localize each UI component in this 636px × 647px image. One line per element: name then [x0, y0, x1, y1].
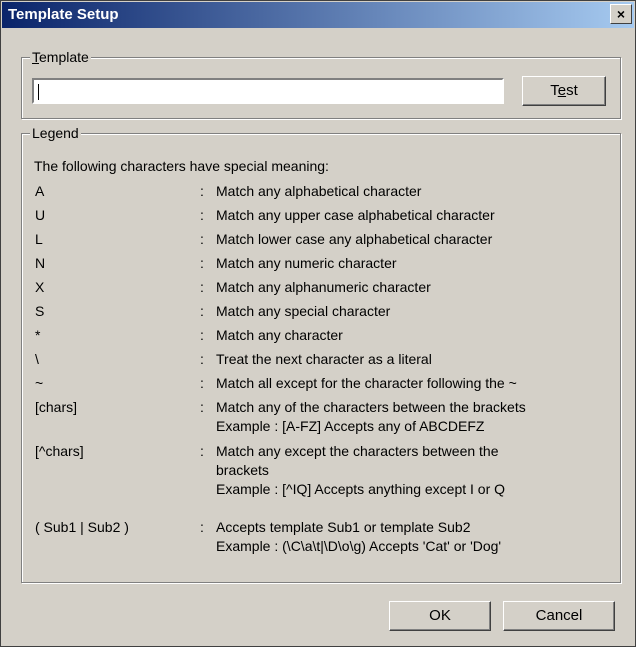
legend-separator: :: [200, 399, 204, 415]
legend-key: \: [35, 351, 39, 367]
legend-separator: :: [200, 183, 204, 199]
legend-description: Match all except for the character follo…: [216, 374, 576, 393]
legend-description-line: Treat the next character as a literal: [216, 351, 432, 367]
legend-separator: :: [200, 279, 204, 295]
legend-description: Match lower case any alphabetical charac…: [216, 230, 576, 249]
template-input[interactable]: [32, 78, 504, 104]
legend-group-label: Legend: [30, 125, 81, 141]
test-button[interactable]: Test: [522, 76, 606, 106]
legend-separator: :: [200, 519, 204, 535]
legend-key: L: [35, 231, 43, 247]
legend-key: ~: [35, 375, 44, 391]
legend-description-line: Match all except for the character follo…: [216, 375, 517, 391]
legend-description-line: Example : [A-FZ] Accepts any of ABCDEFZ: [216, 418, 485, 434]
legend-separator: :: [200, 375, 204, 391]
text-caret: [38, 84, 39, 100]
legend-group: Legend The following characters have spe…: [21, 125, 621, 583]
legend-separator: :: [200, 255, 204, 271]
close-icon[interactable]: ×: [610, 4, 632, 24]
legend-key: X: [35, 279, 45, 295]
legend-description-line: Match lower case any alphabetical charac…: [216, 231, 493, 247]
legend-description-line: Match any alphanumeric character: [216, 279, 431, 295]
legend-key: [chars]: [35, 399, 78, 415]
cancel-button[interactable]: Cancel: [503, 601, 615, 631]
legend-description: Accepts template Sub1 or template Sub2 Ex…: [216, 518, 576, 556]
legend-key: N: [35, 255, 46, 271]
legend-description: Match any alphabetical character: [216, 182, 576, 201]
legend-separator: :: [200, 303, 204, 319]
legend-description-line: Match any upper case alphabetical charac…: [216, 207, 495, 223]
template-group: Template Test: [21, 49, 621, 119]
legend-separator: :: [200, 207, 204, 223]
window-title: Template Setup: [8, 6, 119, 23]
legend-description-line: Match any alphabetical character: [216, 183, 422, 199]
legend-description: Match any character: [216, 326, 576, 345]
legend-description: Match any except the characters between …: [216, 442, 576, 499]
legend-separator: :: [200, 443, 204, 459]
legend-description-line: Match any special character: [216, 303, 391, 319]
legend-separator: :: [200, 351, 204, 367]
legend-description: Match any of the characters between the …: [216, 398, 576, 436]
template-group-label: Template: [30, 49, 91, 65]
legend-key: ( Sub1 | Sub2 ): [35, 519, 129, 535]
legend-intro: The following characters have special me…: [34, 158, 329, 174]
legend-description-line: Match any character: [216, 327, 343, 343]
legend-key: U: [35, 207, 46, 223]
legend-key: A: [35, 183, 45, 199]
legend-description: Match any special character: [216, 302, 576, 321]
legend-description: Match any upper case alphabetical charac…: [216, 206, 576, 225]
legend-key: *: [35, 327, 41, 343]
legend-description-line: Accepts template Sub1 or template Sub2: [216, 519, 471, 535]
legend-key: [^chars]: [35, 443, 84, 459]
legend-separator: :: [200, 327, 204, 343]
legend-description-line: brackets: [216, 462, 269, 478]
legend-description-line: Match any except the characters between …: [216, 443, 499, 459]
ok-button[interactable]: OK: [389, 601, 491, 631]
legend-separator: :: [200, 231, 204, 247]
legend-description-line: Match any of the characters between the …: [216, 399, 526, 415]
title-bar[interactable]: Template Setup ×: [2, 2, 634, 28]
legend-description: Match any alphanumeric character: [216, 278, 576, 297]
legend-description-line: Match any numeric character: [216, 255, 397, 271]
legend-description: Treat the next character as a literal: [216, 350, 576, 369]
template-setup-dialog: Template Setup × Template Test Legend Th…: [0, 0, 636, 647]
legend-description-line: Example : (\C\a\t|\D\o\g) Accepts 'Cat' …: [216, 538, 502, 554]
legend-description-line: Example : [^IQ] Accepts anything except …: [216, 481, 506, 497]
legend-description: Match any numeric character: [216, 254, 576, 273]
legend-key: S: [35, 303, 45, 319]
